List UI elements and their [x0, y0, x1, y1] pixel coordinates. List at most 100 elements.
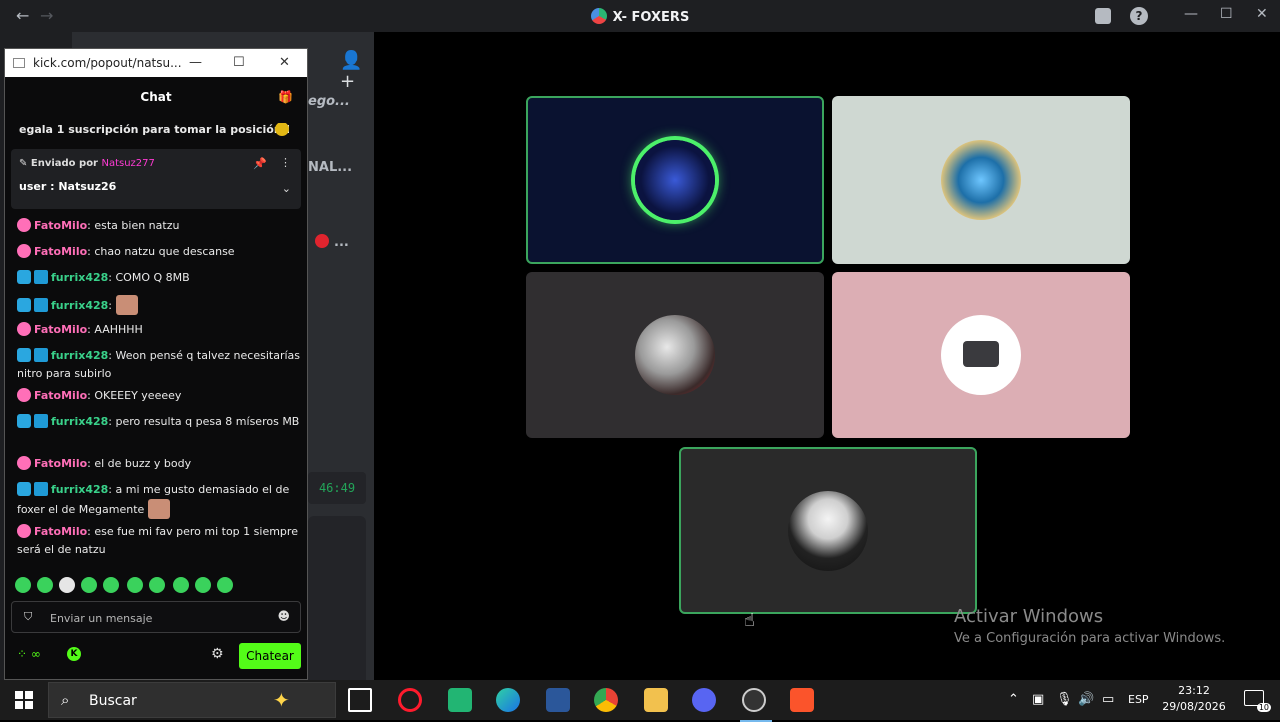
maximize-button[interactable]: ☐: [1220, 6, 1233, 22]
chevron-down-icon[interactable]: ⌄: [282, 182, 291, 195]
participant-tile[interactable]: [526, 96, 824, 264]
subscriber-badge-icon: [17, 348, 31, 362]
avatar: [788, 490, 868, 571]
task-view-icon[interactable]: [348, 688, 372, 712]
taskbar: ⌕ Buscar ✦ ⌃ ▣ 🎙 🔊 ▭ ESP 23:12 29/08/202…: [0, 680, 1280, 722]
call-timer: 46:49: [308, 472, 366, 504]
chat-username[interactable]: FatoMilo: [34, 457, 87, 470]
obs-icon[interactable]: [740, 688, 772, 722]
chrome-icon[interactable]: [594, 688, 618, 712]
inbox-icon[interactable]: [1095, 8, 1111, 24]
volume-icon[interactable]: 🔊: [1078, 692, 1094, 707]
windows-start-icon[interactable]: [15, 691, 33, 709]
chat-message-text: : pero resulta q pesa 8 míseros MB: [108, 415, 300, 428]
chat-username[interactable]: FatoMilo: [34, 245, 87, 258]
chat-message: FatoMilo: esta bien natzu: [17, 217, 301, 235]
chat-message: FatoMilo: AAHHHH: [17, 321, 301, 339]
chat-message: FatoMilo: OKEEEY yeeeey: [17, 387, 301, 405]
search-icon: ⌕: [61, 691, 70, 709]
network-icon[interactable]: ▭: [1102, 692, 1114, 707]
send-chat-button[interactable]: Chatear: [239, 643, 301, 669]
notification-icon[interactable]: 10: [1244, 690, 1271, 712]
emote-icon[interactable]: [59, 577, 75, 593]
message-input[interactable]: [50, 608, 270, 628]
promo-text: egala 1 suscripción para tomar la posici…: [19, 123, 289, 136]
window-title: X- FOXERS: [0, 8, 1280, 25]
emote-icon[interactable]: [127, 577, 143, 593]
chat-username[interactable]: FatoMilo: [34, 389, 87, 402]
participant-tile[interactable]: [526, 272, 824, 438]
participant-tile[interactable]: [832, 272, 1130, 438]
minimize-button[interactable]: —: [1184, 6, 1198, 22]
clock[interactable]: 23:12 29/08/2026: [1160, 683, 1228, 715]
edge-icon[interactable]: [496, 688, 520, 712]
microphone-icon[interactable]: 🎙: [1056, 692, 1073, 707]
chat-username[interactable]: furrix428: [51, 299, 108, 312]
avatar: [941, 315, 1021, 395]
chat-username[interactable]: FatoMilo: [34, 323, 87, 336]
taskbar-search[interactable]: ⌕ Buscar ✦: [48, 682, 336, 718]
kick-icon[interactable]: K: [67, 647, 81, 661]
chat-username[interactable]: furrix428: [51, 415, 108, 428]
emote-icon[interactable]: [173, 577, 189, 593]
pinned-message[interactable]: ✎ Enviado por Natsuz277 user : Natsuz26 …: [11, 149, 301, 209]
emote-icon[interactable]: [15, 577, 31, 593]
chat-username[interactable]: FatoMilo: [34, 219, 87, 232]
chat-username[interactable]: furrix428: [51, 271, 108, 284]
channel-text-fragment: ego...: [308, 94, 350, 109]
device-icon[interactable]: ▣: [1032, 692, 1044, 707]
chat-message: furrix428: COMO Q 8MB: [17, 269, 301, 287]
close-button[interactable]: ✕: [1256, 6, 1268, 22]
avatar: [941, 140, 1021, 220]
voice-controls-panel: [308, 516, 366, 706]
chat-username[interactable]: FatoMilo: [34, 525, 87, 538]
opera-icon[interactable]: [398, 688, 422, 712]
chat-message: furrix428:: [17, 295, 301, 315]
emoji-icon[interactable]: ☻: [277, 609, 290, 623]
help-icon[interactable]: ?: [1130, 7, 1148, 25]
chat-username[interactable]: furrix428: [51, 349, 108, 362]
chevron-up-icon[interactable]: ⌃: [1008, 692, 1019, 707]
popout-close-button[interactable]: ✕: [279, 49, 290, 77]
gear-icon[interactable]: ⚙: [211, 646, 224, 662]
emote-icon[interactable]: [103, 577, 119, 593]
pin-icon[interactable]: 📌: [253, 157, 267, 170]
window-title-text: X- FOXERS: [612, 10, 690, 25]
sparkle-icon: ✦: [273, 688, 290, 712]
pickaxe-badge-icon: [34, 348, 48, 362]
emote-image: [116, 295, 139, 315]
emote-icon[interactable]: [37, 577, 53, 593]
chat-username[interactable]: furrix428: [51, 483, 108, 496]
app-icon[interactable]: [448, 688, 472, 712]
discord-icon[interactable]: [692, 688, 716, 712]
popout-minimize-button[interactable]: —: [189, 49, 202, 77]
language-indicator[interactable]: ESP: [1128, 693, 1149, 706]
brave-icon[interactable]: [790, 688, 814, 712]
gift-icon[interactable]: 🎁: [278, 77, 293, 117]
title-bar: ← → X- FOXERS ? — ☐ ✕: [0, 0, 1280, 32]
shield-icon: ⛉: [24, 610, 33, 623]
emote-icon[interactable]: [217, 577, 233, 593]
subscriber-badge-icon: [17, 244, 31, 258]
emote-icon[interactable]: [195, 577, 211, 593]
more-options-icon[interactable]: ⋮: [280, 156, 291, 169]
popout-maximize-button[interactable]: ☐: [233, 49, 245, 77]
emote-icon[interactable]: [81, 577, 97, 593]
sub-promo-banner[interactable]: egala 1 suscripción para tomar la posici…: [19, 123, 289, 136]
participant-tile[interactable]: [832, 96, 1130, 264]
sent-by-user[interactable]: Natsuz277: [101, 158, 154, 169]
hand-cursor-icon: ☝: [744, 610, 755, 631]
add-user-icon[interactable]: 👤+: [340, 50, 374, 92]
avatar: [635, 140, 715, 220]
emote-bar: [13, 577, 303, 597]
subscriber-badge-icon: [17, 388, 31, 402]
emote-image: [148, 499, 171, 519]
file-explorer-icon[interactable]: [644, 688, 668, 712]
word-icon[interactable]: [546, 688, 570, 712]
participant-tile[interactable]: [679, 447, 977, 614]
popout-url: kick.com/popout/natsu...: [33, 56, 182, 70]
emote-icon[interactable]: [149, 577, 165, 593]
points-icon[interactable]: ⁘ ∞: [17, 647, 41, 661]
search-label: Buscar: [89, 693, 137, 709]
chat-message-text: : esta bien natzu: [87, 219, 180, 232]
